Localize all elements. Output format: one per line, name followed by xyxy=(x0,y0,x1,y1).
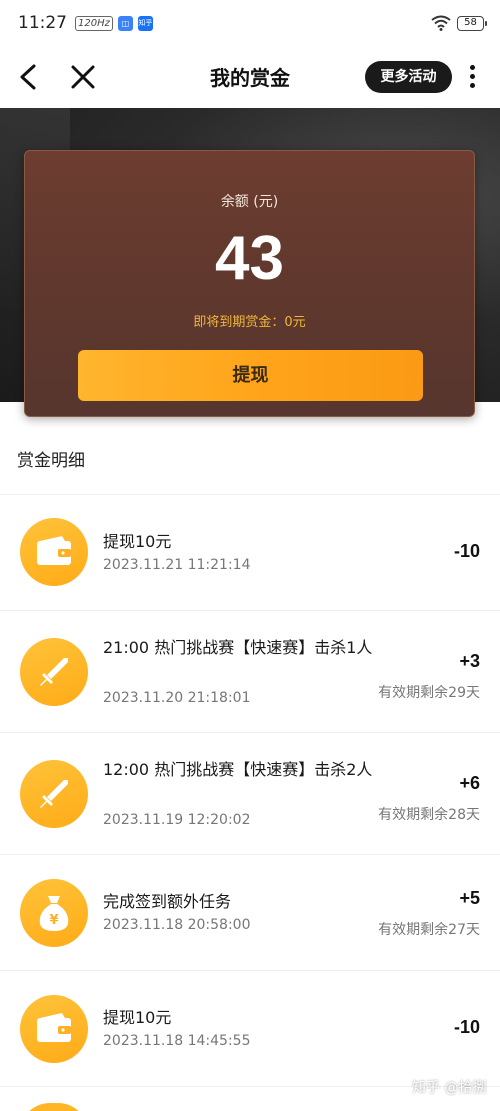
close-icon[interactable] xyxy=(68,61,98,93)
bounty-record-list: 提现10元 2023.11.21 11:21:14 -10 21:00 热门挑战… xyxy=(0,495,500,1087)
record-item[interactable]: 12:00 热门挑战赛【快速赛】击杀2人 2023.11.19 12:20:02… xyxy=(0,733,500,855)
record-item[interactable]: 21:00 热门挑战赛【快速赛】击杀1人 2023.11.20 21:18:01… xyxy=(0,611,500,733)
balance-value: 43 xyxy=(215,224,284,293)
balance-label: 余额 (元) xyxy=(220,194,279,210)
status-time: 11:27 xyxy=(18,13,67,33)
sword-icon xyxy=(20,760,88,828)
record-amount: -10 xyxy=(453,541,480,561)
record-validity: 有效期剩余27天 xyxy=(378,922,480,938)
record-amount: +5 xyxy=(459,888,480,908)
notification-app-icon: ◫ xyxy=(117,15,133,31)
record-title: 12:00 热门挑战赛【快速赛】击杀2人 xyxy=(103,760,373,779)
record-title: 提现10元 xyxy=(103,1008,172,1027)
record-item[interactable]: 提现10元 2023.11.21 11:21:14 -10 xyxy=(0,495,500,611)
record-time: 2023.11.18 14:45:55 xyxy=(103,1033,251,1049)
partial-record-icon xyxy=(20,1103,88,1111)
record-time: 2023.11.18 20:58:00 xyxy=(103,917,251,933)
record-validity: 有效期剩余29天 xyxy=(378,685,480,701)
watermark: 知乎 @拾捌 xyxy=(412,1080,487,1096)
record-title: 完成签到额外任务 xyxy=(103,892,232,911)
refresh-rate-badge: 120Hz xyxy=(75,15,113,31)
battery-icon: 58 xyxy=(457,15,487,31)
record-amount: -10 xyxy=(453,1017,480,1037)
sword-icon xyxy=(20,638,88,706)
nav-bar: 我的赏金 更多活动 xyxy=(0,46,500,108)
record-item[interactable]: ¥ 完成签到额外任务 2023.11.18 20:58:00 +5 有效期剩余2… xyxy=(0,855,500,971)
record-title: 21:00 热门挑战赛【快速赛】击杀1人 xyxy=(103,638,373,657)
record-validity: 有效期剩余28天 xyxy=(378,807,480,823)
expiring-bounty-text: 即将到期赏金：0元 xyxy=(193,315,306,330)
record-time: 2023.11.21 11:21:14 xyxy=(103,557,251,573)
record-time: 2023.11.20 21:18:01 xyxy=(103,690,251,706)
status-bar: 11:27 120Hz ◫ 知乎 58 xyxy=(0,0,500,46)
record-time: 2023.11.19 12:20:02 xyxy=(103,812,251,828)
svg-text:¥: ¥ xyxy=(49,913,58,928)
money-bag-icon: ¥ xyxy=(20,879,88,947)
wallet-icon xyxy=(20,518,88,586)
record-amount: +3 xyxy=(459,651,480,671)
more-activities-button[interactable]: 更多活动 xyxy=(365,61,452,93)
section-title: 赏金明细 xyxy=(17,451,85,471)
wallet-icon xyxy=(20,995,88,1063)
balance-card: 余额 (元) 43 即将到期赏金：0元 提现 xyxy=(24,150,475,417)
record-title: 提现10元 xyxy=(103,532,172,551)
withdraw-button[interactable]: 提现 xyxy=(78,350,423,401)
more-options-icon[interactable] xyxy=(462,62,482,92)
record-amount: +6 xyxy=(459,773,480,793)
zhihu-notification-icon: 知乎 xyxy=(137,15,153,31)
back-arrow-icon[interactable] xyxy=(14,61,44,93)
record-item[interactable]: 提现10元 2023.11.18 14:45:55 -10 xyxy=(0,971,500,1087)
wifi-icon xyxy=(431,15,451,31)
